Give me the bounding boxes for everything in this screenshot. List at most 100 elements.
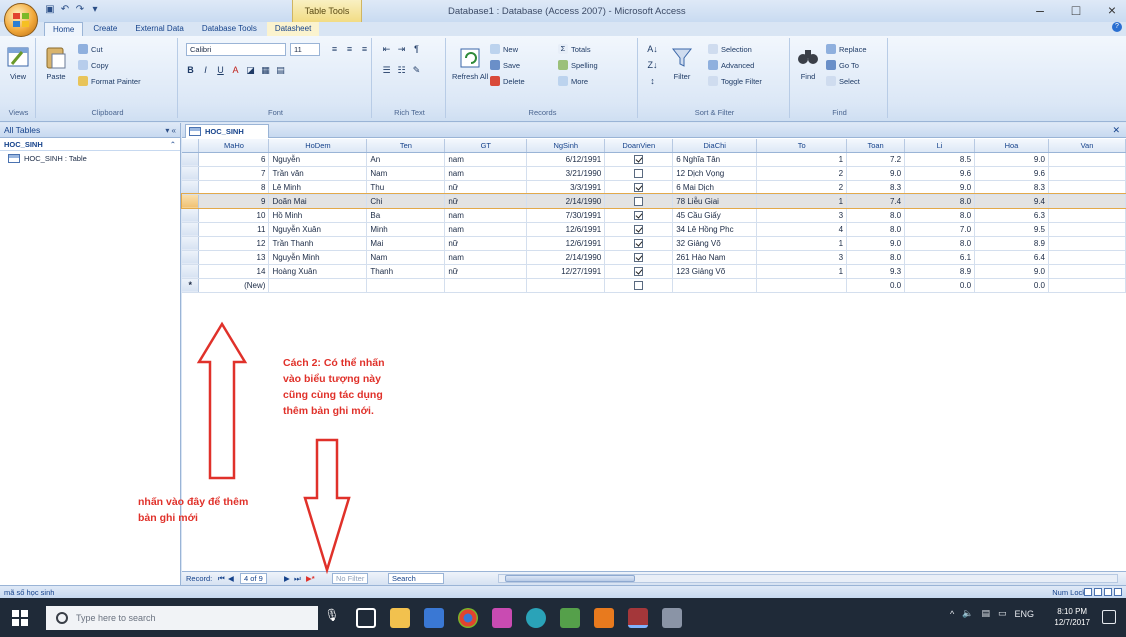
selection-button[interactable]: Selection — [708, 44, 752, 54]
cell-ngsinh[interactable]: 6/12/1991 — [526, 152, 606, 167]
cell-li[interactable]: 8.9 — [904, 264, 976, 279]
edge-icon[interactable] — [526, 607, 546, 628]
taskbar-clock[interactable]: 8:10 PM 12/7/2017 — [1054, 606, 1090, 628]
sort-ascending-icon[interactable]: A↓ — [646, 43, 659, 56]
cell-diachi[interactable]: 261 Hào Nam — [672, 250, 758, 265]
cell-diachi[interactable]: 6 Mai Dịch — [672, 180, 758, 195]
cell-gt[interactable]: nam — [444, 166, 528, 181]
doanvien-checkbox[interactable] — [634, 252, 644, 262]
copy-button[interactable]: Copy — [78, 60, 109, 70]
table-row[interactable]: 8 Lê Minh Thu nữ 3/3/1991 6 Mai Dịch 2 8.3 9.0 8.… — [182, 180, 1126, 195]
spelling-button[interactable]: Spelling — [558, 60, 598, 70]
cell-li[interactable]: 0.0 — [904, 278, 976, 293]
cell-diachi[interactable]: 34 Lê Hồng Phc — [672, 222, 758, 237]
cell-hoa[interactable]: 9.0 — [974, 264, 1049, 279]
cell-ngsinh[interactable]: 3/21/1990 — [526, 166, 606, 181]
cell-doanvien[interactable] — [604, 208, 674, 223]
font-name-combo[interactable]: Calibri — [186, 43, 286, 56]
office-app-icon[interactable] — [594, 607, 614, 628]
select-all-corner[interactable] — [182, 139, 200, 153]
datasheet-view-icon[interactable] — [1084, 588, 1092, 596]
refresh-all-button[interactable]: Refresh All — [452, 44, 488, 81]
select-button[interactable]: Select — [826, 76, 860, 86]
column-header-hoa[interactable]: Hoa — [974, 139, 1049, 153]
cell-hoa[interactable]: 9.6 — [974, 166, 1049, 181]
cell-hoa[interactable]: 6.3 — [974, 208, 1049, 223]
cell-to[interactable]: 1 — [756, 194, 848, 209]
horizontal-scrollbar[interactable] — [498, 574, 1118, 583]
cell-toan[interactable]: 9.0 — [846, 166, 906, 181]
paragraph-icon[interactable]: ¶ — [410, 43, 423, 56]
record-selector[interactable] — [182, 194, 200, 209]
cell-ngsinh[interactable]: 2/14/1990 — [526, 194, 606, 209]
volume-icon[interactable]: 🔈 — [962, 608, 973, 619]
doanvien-checkbox[interactable] — [634, 266, 644, 276]
doanvien-checkbox[interactable] — [634, 182, 644, 192]
cell-van[interactable] — [1048, 152, 1126, 167]
cell-li[interactable]: 8.0 — [904, 236, 976, 251]
cell-diachi[interactable]: 123 Giảng Võ — [672, 264, 758, 279]
cell-hodem[interactable]: Nguyễn Xuân — [268, 222, 368, 237]
doanvien-checkbox[interactable] — [634, 280, 644, 290]
table-row[interactable]: 6 Nguyễn An nam 6/12/1991 6 Nghĩa Tân 1 7.2 8.5 9… — [182, 152, 1126, 167]
tab-external-data[interactable]: External Data — [127, 22, 191, 36]
chrome-icon[interactable] — [458, 607, 478, 628]
empty-cell[interactable] — [444, 278, 528, 293]
column-header-to[interactable]: To — [756, 139, 848, 153]
format-painter-button[interactable]: Format Painter — [78, 76, 141, 86]
pivot-chart-view-icon[interactable] — [1104, 588, 1112, 596]
filter-button[interactable]: Filter — [670, 44, 694, 81]
first-record-button[interactable]: ⏮ — [218, 574, 225, 584]
cell-toan[interactable]: 9.3 — [846, 264, 906, 279]
cell-maho[interactable]: 12 — [198, 236, 270, 251]
cell-gt[interactable]: nam — [444, 208, 528, 223]
tab-create[interactable]: Create — [85, 22, 125, 36]
cell-to[interactable]: 2 — [756, 180, 848, 195]
align-center-icon[interactable]: ≡ — [343, 43, 356, 56]
cell-to[interactable]: 4 — [756, 222, 848, 237]
empty-cell[interactable] — [1048, 278, 1126, 293]
empty-cell[interactable] — [268, 278, 368, 293]
cell-van[interactable] — [1048, 194, 1126, 209]
delete-record-button[interactable]: Delete — [490, 76, 525, 86]
battery-icon[interactable]: ▭ — [998, 608, 1007, 619]
task-view-icon[interactable] — [356, 607, 376, 628]
cut-button[interactable]: Cut — [78, 44, 103, 54]
next-record-button[interactable]: ▶ — [284, 574, 290, 583]
cell-hoa[interactable]: 8.9 — [974, 236, 1049, 251]
cell-toan[interactable]: 0.0 — [846, 278, 906, 293]
cell-ngsinh[interactable]: 12/6/1991 — [526, 236, 606, 251]
increase-indent-icon[interactable]: ⇥ — [395, 43, 408, 56]
gridlines-icon[interactable]: ▦ — [259, 64, 272, 77]
table-row[interactable]: 7 Trần văn Nam nam 3/21/1990 12 Dịch Vọng 2 9.0… — [182, 166, 1126, 181]
paint-icon[interactable] — [492, 607, 512, 628]
new-blank-record-button[interactable]: ▶* — [306, 574, 315, 583]
cell-to[interactable]: 1 — [756, 152, 848, 167]
column-header-ten[interactable]: Ten — [366, 139, 446, 153]
cell-li[interactable]: 8.0 — [904, 194, 976, 209]
cell-to[interactable]: 1 — [756, 264, 848, 279]
cell-to[interactable]: 1 — [756, 236, 848, 251]
clear-sort-icon[interactable]: ↕ — [646, 75, 659, 88]
cell-ten[interactable]: Thanh — [366, 264, 446, 279]
tab-database-tools[interactable]: Database Tools — [194, 22, 265, 36]
taskbar-search[interactable]: Type here to search — [46, 606, 318, 630]
record-selector[interactable] — [182, 208, 200, 223]
cell-ten[interactable]: Nam — [366, 250, 446, 265]
tools-icon[interactable] — [662, 607, 682, 628]
empty-cell[interactable] — [526, 278, 606, 293]
record-selector[interactable] — [182, 152, 200, 167]
view-button[interactable]: View — [6, 44, 30, 81]
previous-record-button[interactable]: ◀ — [228, 574, 234, 583]
design-view-icon[interactable] — [1114, 588, 1122, 596]
filter-indicator[interactable]: No Filter — [332, 573, 369, 584]
column-header-van[interactable]: Van — [1048, 139, 1126, 153]
cell-maho[interactable]: 10 — [198, 208, 270, 223]
action-center-icon[interactable] — [1102, 610, 1116, 624]
cell-toan[interactable]: 9.0 — [846, 236, 906, 251]
cell-hoa[interactable]: 9.4 — [974, 194, 1049, 209]
new-record-marker[interactable]: * — [182, 278, 200, 293]
cell-hodem[interactable]: Nguyễn — [268, 152, 368, 167]
align-right-icon[interactable]: ≡ — [358, 43, 371, 56]
goto-button[interactable]: Go To — [826, 60, 859, 70]
